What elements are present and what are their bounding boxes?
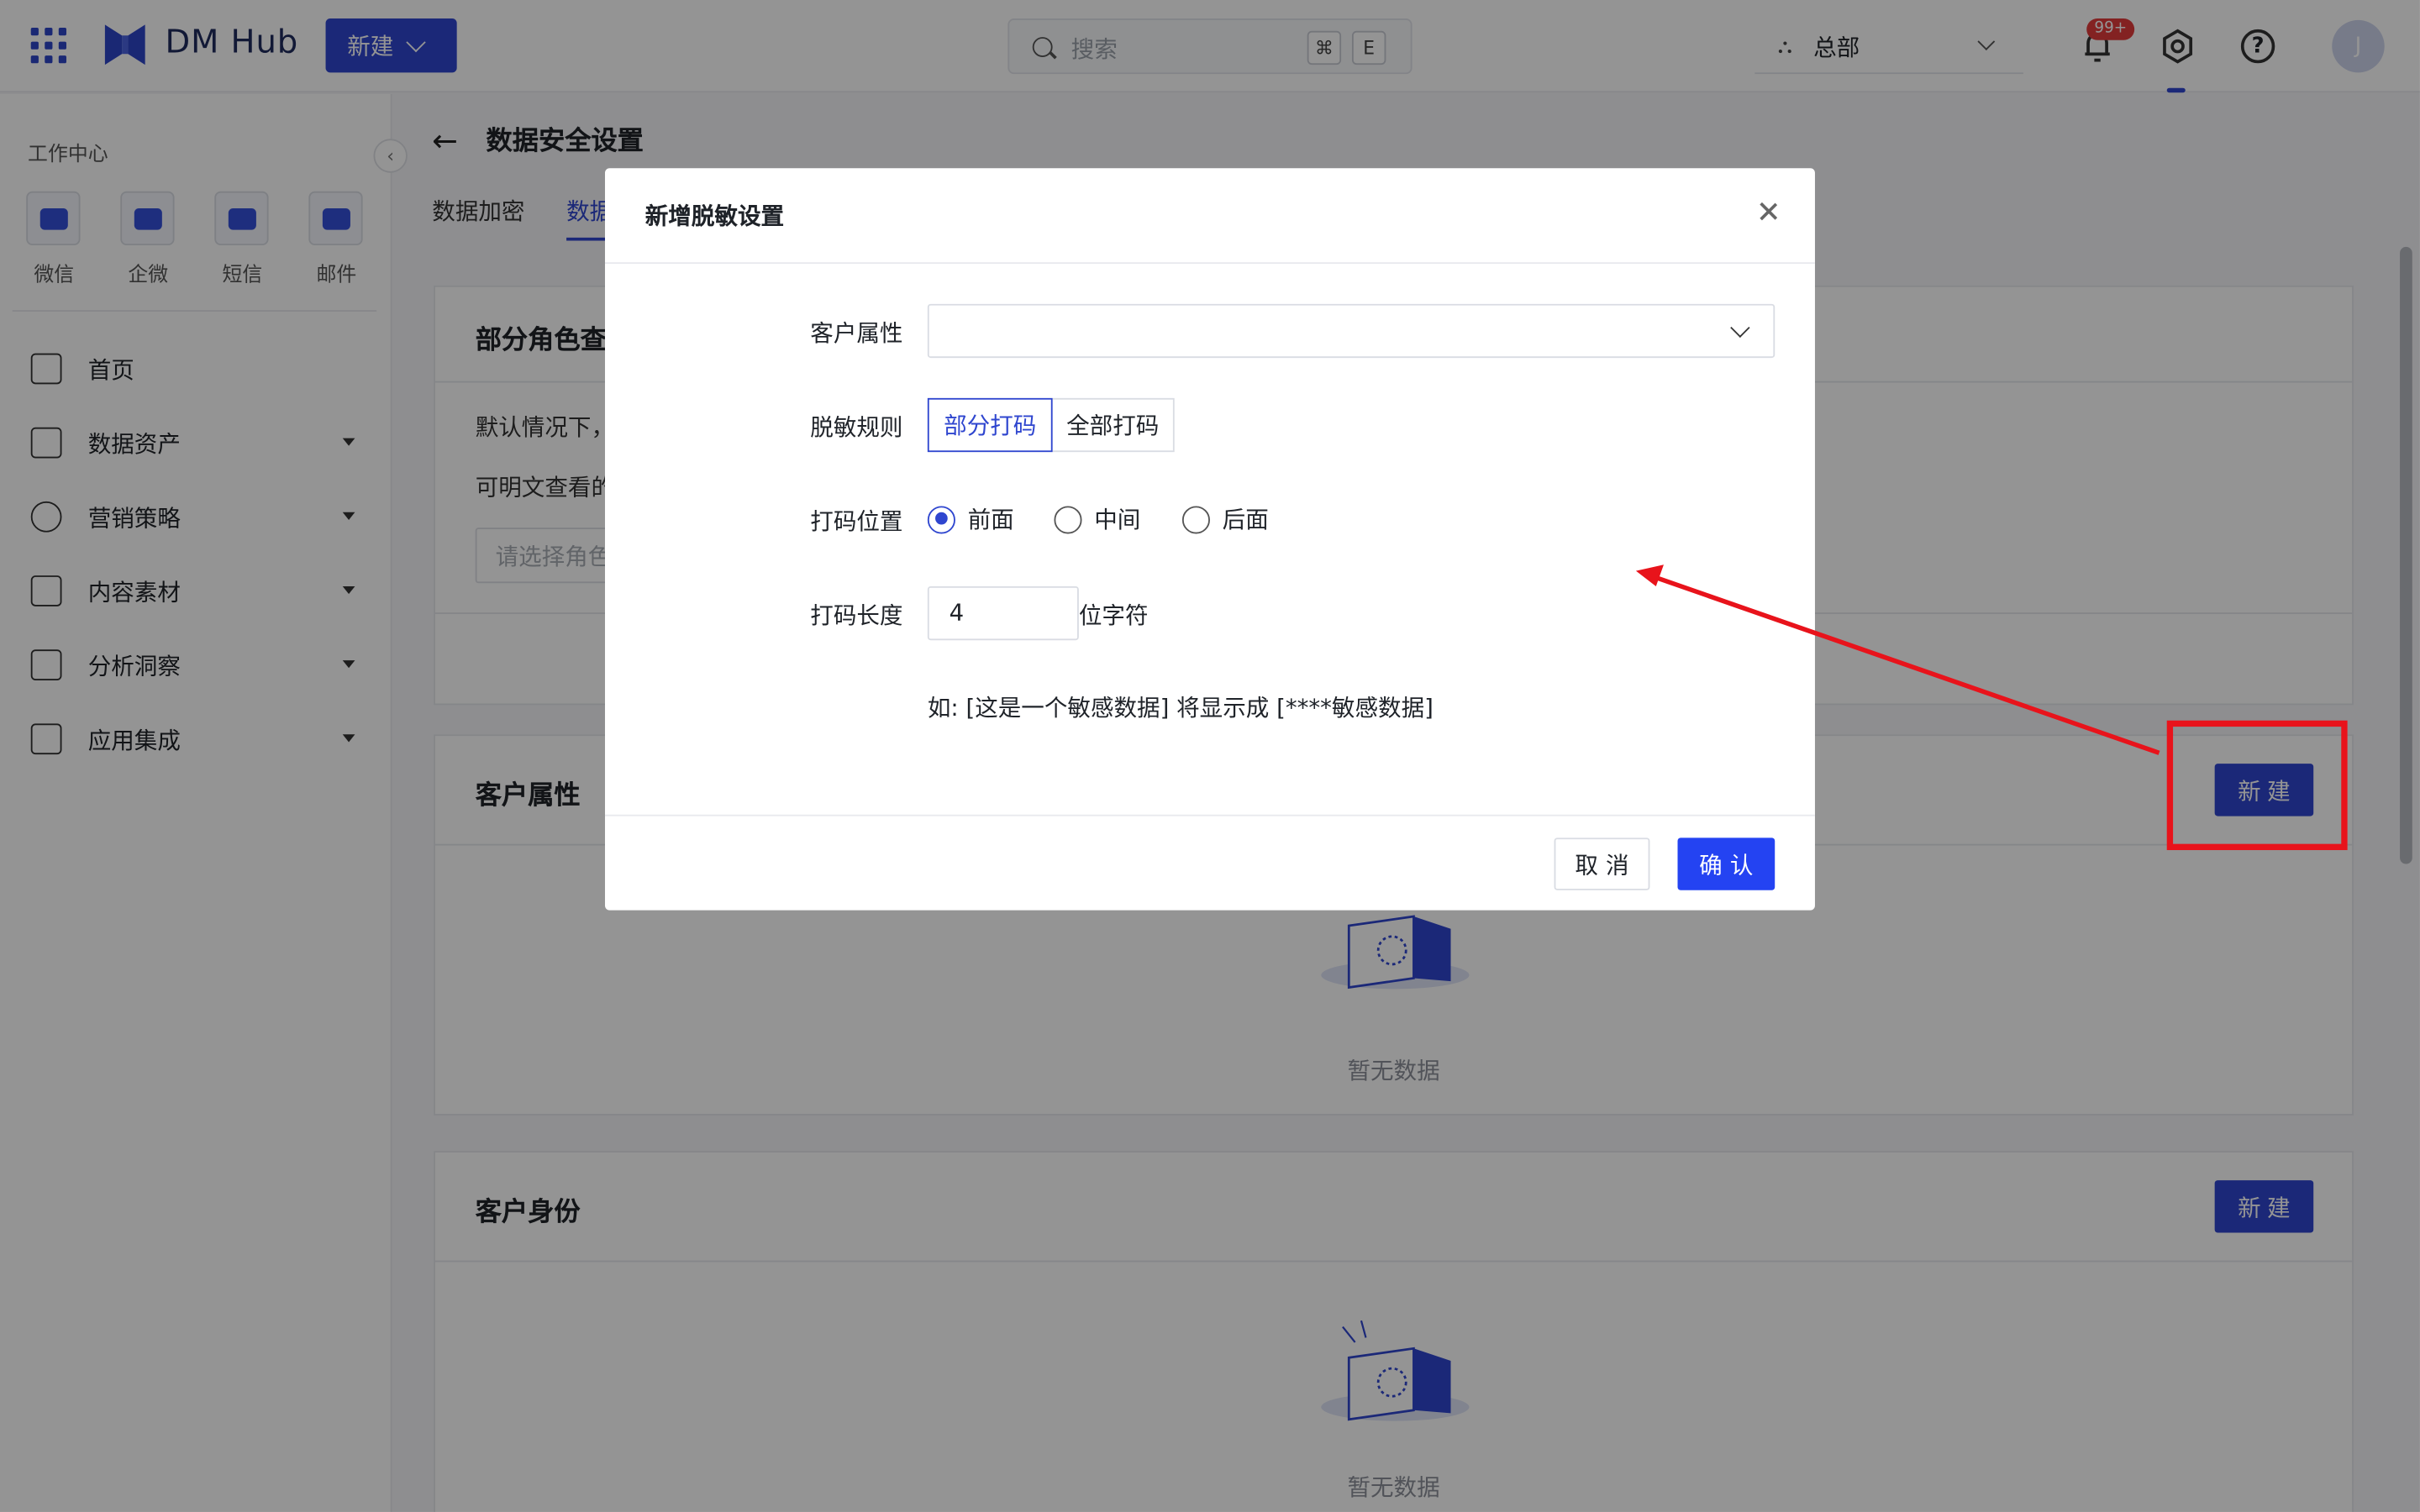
radio-label: 中间 bbox=[1094, 506, 1141, 534]
highlight-box bbox=[2166, 720, 2348, 851]
cancel-button[interactable]: 取消 bbox=[1554, 837, 1650, 890]
position-label: 打码位置 bbox=[810, 507, 903, 536]
radio-dot bbox=[927, 505, 955, 533]
length-input[interactable]: 4 bbox=[927, 585, 1079, 641]
rule-full-option[interactable]: 全部打码 bbox=[1050, 397, 1175, 453]
attribute-select[interactable] bbox=[927, 303, 1776, 359]
rule-partial-option[interactable]: 部分打码 bbox=[927, 397, 1053, 453]
radio-label: 后面 bbox=[1222, 506, 1269, 534]
radio-label: 前面 bbox=[967, 506, 1014, 534]
dialog-footer-divider bbox=[604, 814, 1815, 816]
radio-dot bbox=[1054, 505, 1082, 533]
close-icon[interactable] bbox=[1754, 197, 1782, 225]
length-label: 打码长度 bbox=[810, 601, 903, 630]
chevron-down-icon bbox=[1730, 318, 1750, 338]
dialog-header: 新增脱敏设置 bbox=[604, 168, 1815, 265]
masking-example: 如: [这是一个敏感数据] 将显示成 [****敏感数据] bbox=[927, 694, 1434, 722]
masking-settings-dialog: 新增脱敏设置 客户属性 脱敏规则 部分打码 全部打码 打码位置 前面 中间 后面… bbox=[604, 168, 1815, 911]
position-front-radio[interactable]: 前面 bbox=[927, 503, 1014, 536]
rule-label: 脱敏规则 bbox=[810, 413, 903, 442]
dialog-title: 新增脱敏设置 bbox=[644, 202, 785, 230]
length-suffix: 位字符 bbox=[1078, 601, 1149, 630]
position-back-radio[interactable]: 后面 bbox=[1181, 503, 1269, 536]
radio-dot bbox=[1181, 505, 1210, 533]
attribute-label: 客户属性 bbox=[810, 319, 903, 348]
confirm-button[interactable]: 确认 bbox=[1677, 837, 1776, 890]
position-middle-radio[interactable]: 中间 bbox=[1054, 503, 1140, 536]
